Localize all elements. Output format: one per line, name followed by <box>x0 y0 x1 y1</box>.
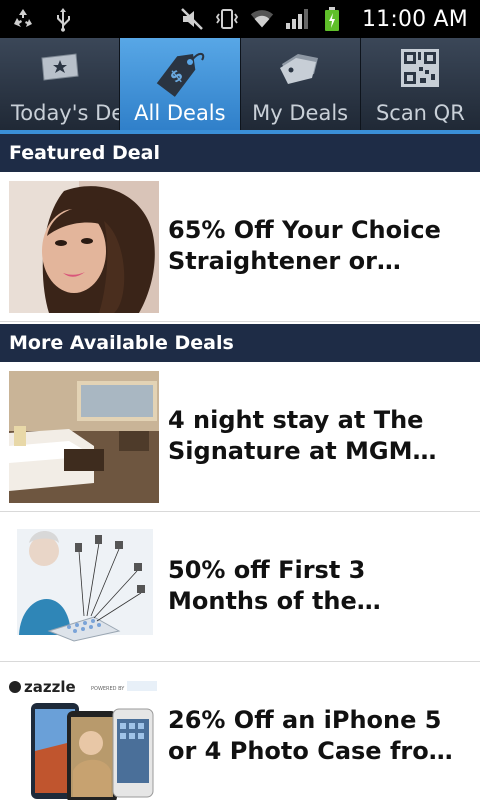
deal-title: 26% Off an iPhone 5 or 4 Photo Case from… <box>168 706 454 765</box>
mute-icon <box>179 6 205 32</box>
price-tag-icon: $ <box>150 48 210 102</box>
tab-scan-qr[interactable]: Scan QR <box>361 38 480 132</box>
deal-row[interactable]: 50% off First 3 Months of the Medminder … <box>0 512 480 662</box>
wifi-icon <box>249 6 275 32</box>
section-header-featured: Featured Deal <box>0 134 480 172</box>
deal-row[interactable]: 4 night stay at The Signature at MGM Gra… <box>0 362 480 512</box>
deal-title: 65% Off Your Choice Straightener or Curl… <box>168 216 441 275</box>
zazzle-logo-text: zazzle <box>24 678 76 696</box>
zazzle-phone-case-image: zazzle POWERED BY <box>9 671 159 800</box>
tab-my-deals[interactable]: My Deals <box>241 38 361 132</box>
medminder-image <box>9 521 159 653</box>
status-clock: 11:00 AM <box>361 6 468 32</box>
star-ticket-icon <box>38 48 82 90</box>
recycle-icon <box>10 6 36 32</box>
tab-label: My Deals <box>252 101 349 125</box>
deal-title: 4 night stay at The Signature at MGM Gra… <box>168 406 424 465</box>
status-bar: 11:00 AM <box>0 0 480 38</box>
deal-row[interactable]: zazzle POWERED BY 26% Off an iPhone 5 or… <box>0 662 480 800</box>
tab-bar: Today's De $ All Deals My Deals Scan QR <box>0 38 480 132</box>
tab-label: Today's De <box>11 101 121 125</box>
battery-icon <box>319 6 345 32</box>
hotel-room-image <box>9 371 159 503</box>
vibrate-icon <box>214 6 240 32</box>
tab-label: All Deals <box>134 101 226 125</box>
qr-code-icon <box>400 48 440 92</box>
signal-icon <box>284 6 310 32</box>
tags-icon <box>276 48 324 92</box>
deal-title: 50% off First 3 Months of the Medminder … <box>168 556 366 615</box>
section-header-more: More Available Deals <box>0 324 480 362</box>
tab-label: Scan QR <box>375 101 465 125</box>
tab-all-deals[interactable]: $ All Deals <box>120 38 241 132</box>
powered-by-text: POWERED BY <box>91 686 125 692</box>
featured-deal-row[interactable]: 65% Off Your Choice Straightener or Curl… <box>0 172 480 322</box>
usb-icon <box>50 6 76 32</box>
woman-portrait-image <box>9 181 159 313</box>
tab-todays-deal[interactable]: Today's De <box>0 38 121 132</box>
